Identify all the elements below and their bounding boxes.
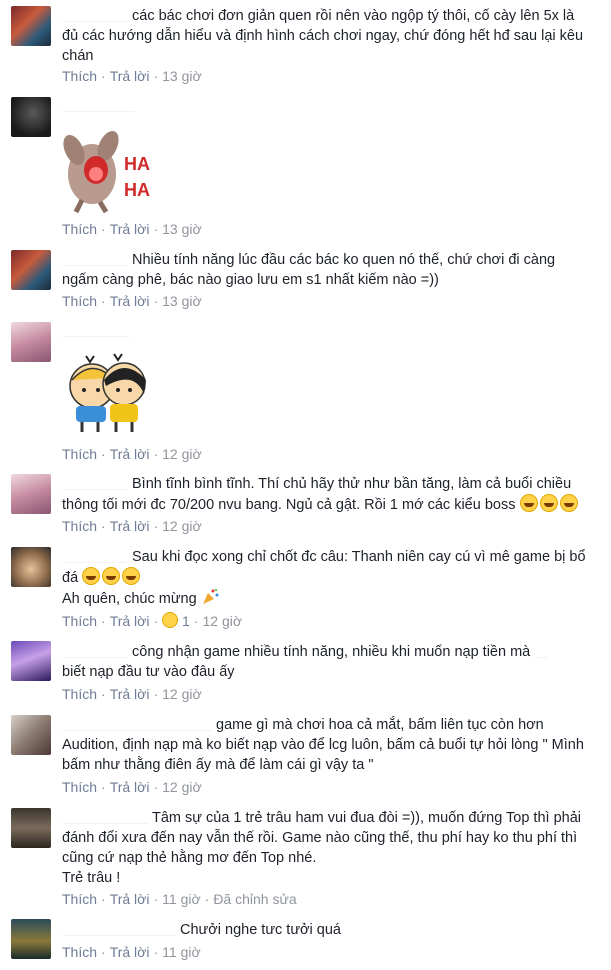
avatar[interactable] [11,547,51,587]
timestamp[interactable]: 12 giờ [162,686,202,702]
timestamp[interactable]: 11 giờ [162,944,201,960]
comment-actions: Thích · Trả lời · 12 giờ [62,446,202,462]
commenter-name-redacted[interactable] [62,547,128,563]
comment-text: Bình tĩnh bình tĩnh. Thí chủ hãy thử như… [62,476,572,513]
comment-actions: Thích · Trả lời · 12 giờ [62,779,202,795]
like-link[interactable]: Thích [62,613,97,629]
haha-reaction-icon[interactable] [162,612,179,628]
reply-link[interactable]: Trả lời [110,293,150,309]
laughing-emoji-icon [519,494,538,512]
like-link[interactable]: Thích [62,944,97,960]
comment-text: Nhiều tính năng lúc đầu các bác ko quen … [62,252,556,288]
comment-actions: Thích · Trả lời · 11 giờ · Đã chỉnh sửa [62,891,297,907]
commenter-name-redacted[interactable] [62,322,130,337]
reaction-count[interactable]: 1 [182,613,190,629]
commenter-name-redacted[interactable] [62,6,128,22]
avatar[interactable] [11,808,51,848]
comment-actions: Thích · Trả lời · 12 giờ [62,686,202,702]
like-link[interactable]: Thích [62,891,97,907]
comment-actions: Thích · Trả lời · 13 giờ [62,68,202,84]
comment-text: công nhận game nhiều tính năng, nhiều kh… [132,644,531,660]
timestamp[interactable]: 12 giờ [203,613,243,629]
laughing-emoji-icon [559,494,578,512]
timestamp[interactable]: 12 giờ [162,446,202,462]
timestamp[interactable]: 13 giờ [162,68,202,84]
reply-link[interactable]: Trả lời [110,68,150,84]
like-link[interactable]: Thích [62,68,97,84]
comment-actions: Thích · Trả lời · 1 · 12 giờ [62,612,243,629]
reply-link[interactable]: Trả lời [110,891,150,907]
avatar[interactable] [11,474,51,514]
comment-body: Nhiều tính năng lúc đầu các bác ko quen … [62,250,594,290]
comment-text: Chưởi nghe tưc tưởi quá [180,922,341,938]
avatar[interactable] [11,715,51,755]
comment-body: game gì mà chơi hoa cả mắt, bấm liên tục… [62,715,594,775]
haha-sticker: HA HA [63,131,150,214]
like-link[interactable]: Thích [62,446,97,462]
party-popper-icon [202,589,219,604]
laughing-emoji-icon [539,494,558,512]
comment-actions: Thích · Trả lời · 11 giờ [62,944,201,960]
comment-body [62,97,594,114]
avatar[interactable] [11,97,51,137]
svg-text:HA: HA [124,154,150,174]
like-link[interactable]: Thích [62,293,97,309]
timestamp[interactable]: 11 giờ [162,891,201,907]
reply-link[interactable]: Trả lời [110,518,150,534]
comment-body: Tâm sự của 1 trẻ trâu ham vui đua đòi =)… [62,808,594,888]
comment-text-line2: Ah quên, chúc mừng [62,591,197,607]
like-link[interactable]: Thích [62,779,97,795]
commenter-name-redacted[interactable] [62,808,148,824]
like-link[interactable]: Thích [62,221,97,237]
commenter-name-redacted[interactable] [62,642,128,658]
reply-link[interactable]: Trả lời [110,779,150,795]
reply-link[interactable]: Trả lời [110,686,150,702]
svg-text:HA: HA [124,180,150,200]
redacted-word [534,642,549,658]
avatar[interactable] [11,641,51,681]
reply-link[interactable]: Trả lời [110,613,150,629]
comment-text: Sau khi đọc xong chỉ chốt đc câu: Thanh … [62,549,586,586]
avatar[interactable] [11,6,51,46]
kids-sticker [69,353,146,432]
commenter-name-redacted[interactable] [62,715,212,731]
comment-text: các bác chơi đơn giản quen rồi nên vào n… [62,8,584,64]
laughing-emoji-icon [102,567,121,585]
like-link[interactable]: Thích [62,686,97,702]
comment-text-line2: biết nạp đầu tư vào đâu ấy [62,664,235,680]
commenter-name-redacted[interactable] [62,920,176,936]
comment-body: Bình tĩnh bình tĩnh. Thí chủ hãy thử như… [62,474,594,515]
avatar[interactable] [11,919,51,959]
timestamp[interactable]: 12 giờ [162,779,202,795]
comment-actions: Thích · Trả lời · 13 giờ [62,293,202,309]
laughing-emoji-icon [82,567,101,585]
comment-body: các bác chơi đơn giản quen rồi nên vào n… [62,6,594,66]
reply-link[interactable]: Trả lời [110,944,150,960]
timestamp[interactable]: 13 giờ [162,221,202,237]
reply-link[interactable]: Trả lời [110,221,150,237]
comment-body: Chưởi nghe tưc tưởi quá [62,920,594,940]
commenter-name-redacted[interactable] [62,474,128,490]
laughing-emoji-icon [122,567,141,585]
avatar[interactable] [11,250,51,290]
comment-body: công nhận game nhiều tính năng, nhiều kh… [62,642,594,682]
reply-link[interactable]: Trả lời [110,446,150,462]
comment-actions: Thích · Trả lời · 13 giờ [62,221,202,237]
comment-text-line2: Trẻ trâu ! [62,870,121,886]
like-link[interactable]: Thích [62,518,97,534]
comment-body: Sau khi đọc xong chỉ chốt đc câu: Thanh … [62,547,594,609]
timestamp[interactable]: 12 giờ [162,518,202,534]
avatar[interactable] [11,322,51,362]
timestamp[interactable]: 13 giờ [162,293,202,309]
commenter-name-redacted[interactable] [62,250,128,266]
comment-body [62,322,594,339]
comment-actions: Thích · Trả lời · 12 giờ [62,518,202,534]
commenter-name-redacted[interactable] [62,97,134,112]
edited-label[interactable]: Đã chỉnh sửa [213,891,296,907]
